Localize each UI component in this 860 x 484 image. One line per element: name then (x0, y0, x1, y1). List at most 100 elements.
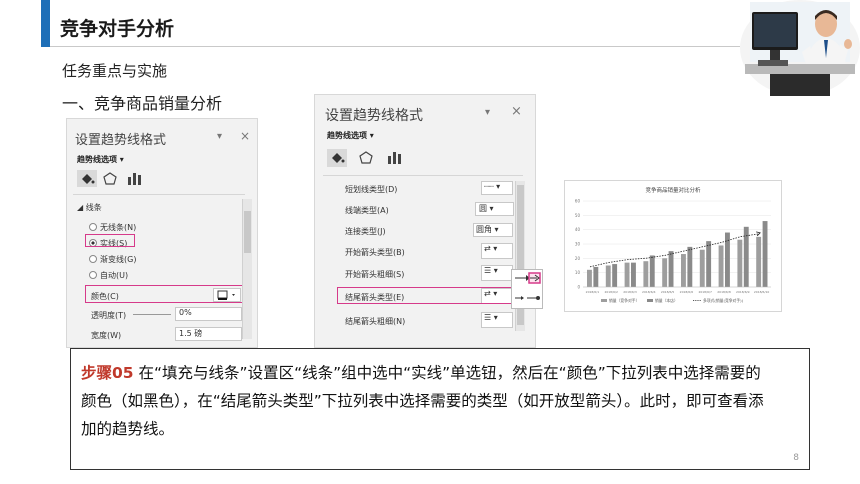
y-tick-label: 60 (575, 199, 581, 204)
close-icon[interactable]: × (240, 129, 250, 143)
slide-title: 竞争对手分析 (60, 18, 175, 40)
dash-type-value: ┈┈ (484, 182, 494, 191)
begin-arrow-type-dropdown[interactable]: ⇄ ▾ (481, 243, 513, 259)
bar (612, 264, 618, 287)
radio-label: 渐变线(G) (100, 255, 137, 264)
legend-swatch (601, 299, 607, 302)
businessman-photo (740, 0, 860, 96)
width-input[interactable]: 1.5 磅 (175, 327, 242, 341)
bar (737, 239, 743, 287)
radio-label: 自动(U) (100, 271, 129, 280)
step-text: 步骤05 在“填充与线条”设置区“线条”组中选中“实线”单选钮，然后在“颜色”下… (81, 359, 771, 443)
step-instruction-box: 步骤05 在“填充与线条”设置区“线条”组中选中“实线”单选钮，然后在“颜色”下… (70, 348, 810, 470)
y-tick-label: 50 (575, 213, 581, 218)
bar-chart-icon (128, 173, 141, 185)
legend-label: 销量（竞争对手） (609, 298, 639, 303)
dash-type-dropdown[interactable]: ┈┈ ▾ (481, 181, 513, 195)
bar (587, 269, 592, 287)
bar (762, 221, 768, 287)
x-tick-label: 2018/6/6 (680, 290, 694, 294)
width-label: 宽度(W) (91, 331, 122, 340)
bar (649, 255, 655, 287)
bar-chart-icon (388, 152, 401, 164)
x-tick-label: 2018/6/7 (698, 290, 712, 294)
line-group-header[interactable]: ◢ 线条 (77, 202, 102, 213)
x-tick-label: 2018/6/2 (604, 290, 618, 294)
join-type-value: 圆角 (476, 225, 492, 234)
bar (593, 266, 599, 287)
solid-line-highlight (85, 234, 135, 247)
arrow-style-gallery[interactable] (511, 269, 543, 309)
bar (706, 241, 712, 287)
transparency-label: 透明度(T) (91, 311, 127, 320)
end-arrow-row-highlight (337, 287, 515, 304)
close-icon[interactable]: × (511, 104, 522, 119)
bar (687, 246, 693, 287)
bar (624, 262, 630, 287)
fill-line-tab[interactable] (327, 149, 347, 167)
transparency-slider[interactable] (133, 314, 171, 315)
legend-label: 多项式(销量(竞争对手)) (703, 298, 744, 303)
bar (756, 236, 762, 287)
begin-arrow-type-value: ⇄ (484, 244, 491, 253)
paint-bucket-icon (332, 153, 345, 163)
trendline-options-tab[interactable] (385, 149, 403, 167)
chart-canvas: 竞争商品销量对比分析 0 10 20 30 40 50 60 2018/6/1 2018/6/2 2… (575, 186, 771, 303)
title-accent-bar (41, 0, 50, 47)
pane-options-icon[interactable]: ▾ (485, 107, 490, 118)
bar (725, 232, 730, 287)
width-value: 1.5 磅 (179, 329, 203, 338)
bar (662, 258, 668, 287)
radio-automatic[interactable]: 自动(U) (89, 270, 128, 281)
trendline-options-dropdown[interactable]: 趋势线选项 ▾ (77, 154, 124, 165)
line-group-label: 线条 (85, 203, 102, 212)
end-arrow-size-label: 结尾箭头粗细(N) (345, 317, 406, 326)
y-tick-label: 40 (575, 227, 581, 232)
legend-label: 销量（本店） (655, 298, 678, 303)
sales-comparison-chart: 竞争商品销量对比分析 0 10 20 30 40 50 60 2018/6/1 2018/6/2 2… (564, 180, 782, 312)
bar (643, 261, 649, 287)
transparency-value: 0% (179, 308, 192, 317)
effects-tab[interactable] (357, 149, 375, 167)
bar (699, 249, 705, 287)
trendline-options-tab[interactable] (125, 170, 143, 187)
bar (681, 254, 686, 287)
x-tick-label: 2018/6/3 (623, 290, 637, 294)
pentagon-icon (103, 172, 117, 185)
begin-arrow-size-label: 开始箭头粗细(S) (345, 270, 405, 279)
format-trendline-pane-right: 设置趋势线格式 ▾ × 趋势线选项 ▾ 短划线类型(D) ┈┈ ▾ 线端类型(A… (314, 94, 543, 348)
pane-divider (73, 194, 245, 195)
dash-type-label: 短划线类型(D) (345, 185, 398, 194)
cap-type-value: 圆 (479, 204, 487, 213)
trendline-options-dropdown[interactable]: 趋势线选项 ▾ (327, 130, 374, 141)
subsection-heading: 一、竞争商品销量分析 (62, 94, 223, 113)
cap-type-dropdown[interactable]: 圆 ▾ (475, 202, 514, 216)
pentagon-icon (359, 151, 373, 164)
x-tick-label: 2018/6/8 (717, 290, 731, 294)
pane-options-icon[interactable]: ▾ (217, 131, 222, 142)
join-type-dropdown[interactable]: 圆角 ▾ (473, 223, 513, 237)
scrollbar-thumb[interactable] (244, 211, 251, 253)
radio-no-line[interactable]: 无线条(N) (89, 222, 136, 233)
fill-line-tab[interactable] (77, 170, 97, 187)
paint-bucket-icon (82, 174, 95, 184)
cap-type-label: 线端类型(A) (345, 206, 389, 215)
pane-scrollbar[interactable] (242, 199, 252, 339)
y-tick-label: 30 (575, 242, 581, 247)
trendline (589, 233, 760, 268)
effects-tab[interactable] (101, 170, 119, 187)
arrow-gallery-icons (515, 272, 541, 300)
x-tick-label: 2018/6/4 (642, 290, 656, 294)
begin-arrow-size-dropdown[interactable]: ☰ ▾ (481, 265, 513, 281)
pane-title: 设置趋势线格式 (325, 108, 423, 124)
transparency-input[interactable]: 0% (175, 307, 242, 321)
bar (718, 245, 724, 287)
y-tick-label: 0 (577, 285, 580, 290)
pane-divider (323, 175, 523, 176)
y-tick-label: 10 (575, 270, 581, 275)
color-row-highlight (85, 285, 243, 303)
pane-title: 设置趋势线格式 (75, 133, 167, 148)
format-trendline-pane-left: 设置趋势线格式 ▾ × 趋势线选项 ▾ ◢ 线条 无线条(N) 实线(S) 渐变… (66, 118, 258, 348)
end-arrow-size-dropdown[interactable]: ☰ ▾ (481, 312, 513, 328)
radio-gradient-line[interactable]: 渐变线(G) (89, 254, 136, 265)
